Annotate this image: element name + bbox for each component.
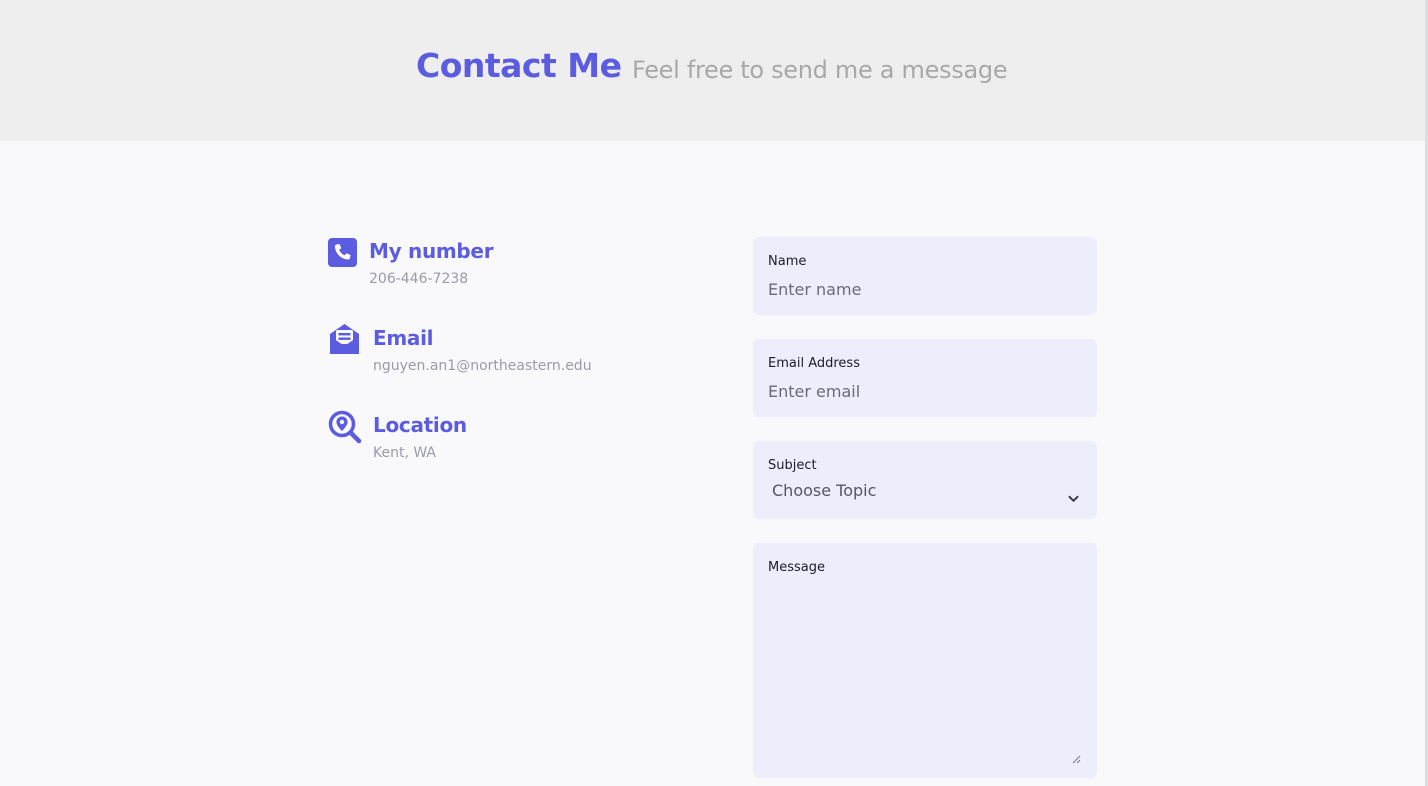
name-input[interactable] [768, 277, 1078, 301]
email-title: Email [373, 326, 434, 350]
page-subtitle: Feel free to send me a message [632, 56, 1008, 84]
chevron-down-icon[interactable] [1068, 488, 1079, 507]
phone-number: 206-446-7238 [369, 271, 469, 287]
email-field: Email Address [753, 339, 1097, 417]
phone-icon [328, 238, 357, 271]
email-label: Email Address [768, 356, 860, 371]
subject-label: Subject [768, 458, 817, 473]
email-input[interactable] [768, 379, 1078, 403]
message-label: Message [768, 560, 825, 575]
message-field: Message [753, 543, 1097, 778]
name-field: Name [753, 237, 1097, 315]
message-textarea[interactable] [768, 589, 1084, 767]
subject-field: Subject Choose Topic [753, 441, 1097, 519]
page-header: Contact Me Feel free to send me a messag… [0, 0, 1428, 141]
phone-title: My number [369, 239, 494, 263]
name-label: Name [768, 254, 807, 269]
search-location-icon [328, 410, 362, 448]
envelope-open-icon [328, 323, 361, 360]
location-title: Location [373, 413, 467, 437]
subject-select[interactable]: Choose Topic [772, 481, 1082, 507]
resize-handle-icon[interactable] [1072, 749, 1081, 768]
email-address: nguyen.an1@northeastern.edu [373, 358, 592, 374]
page-title: Contact Me [416, 46, 622, 85]
location-value: Kent, WA [373, 445, 437, 461]
